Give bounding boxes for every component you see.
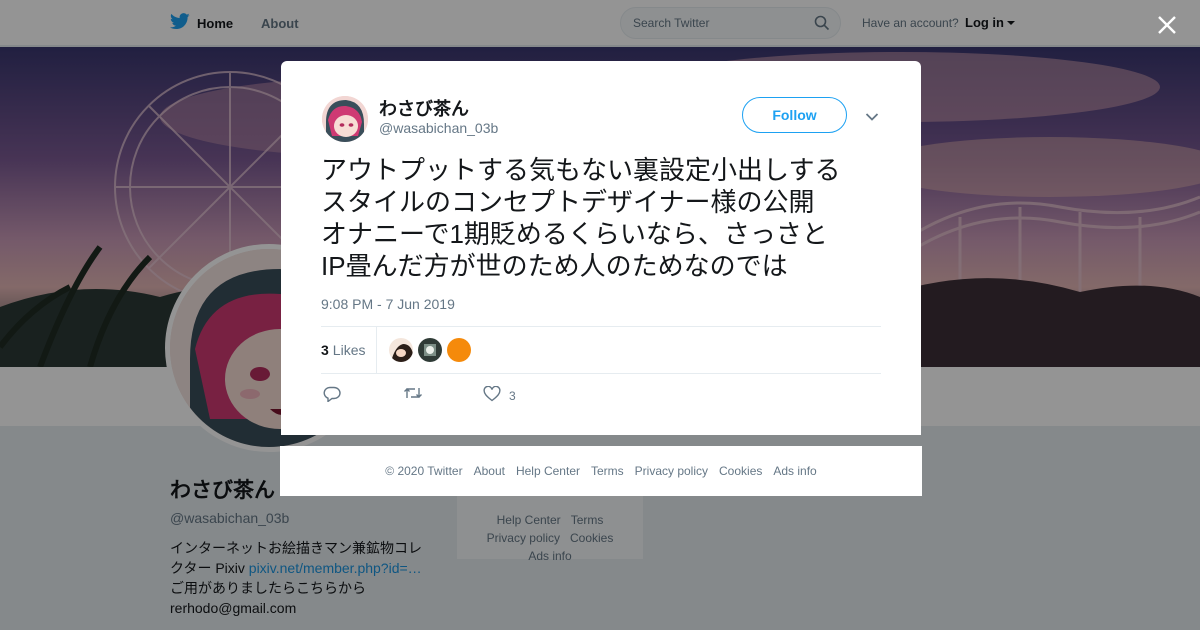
- footer-privacy-link[interactable]: Privacy policy: [635, 464, 708, 478]
- likes-label: Likes: [332, 342, 366, 358]
- modal-footer: © 2020 Twitter About Help Center Terms P…: [280, 446, 922, 496]
- liker-avatar[interactable]: [418, 338, 442, 362]
- retweet-button[interactable]: [403, 386, 423, 403]
- tweet-timestamp[interactable]: 9:08 PM - 7 Jun 2019: [321, 296, 455, 312]
- liker-avatar[interactable]: [447, 338, 471, 362]
- like-count: 3: [509, 388, 516, 403]
- chevron-down-icon[interactable]: [865, 109, 879, 127]
- tweet-author-avatar[interactable]: [322, 96, 368, 142]
- tweet-text-line: スタイルのコンセプトデザイナー様の公開: [321, 187, 815, 217]
- reply-icon: [323, 386, 341, 405]
- tweet-text-line: オナニーで1期貶めるくらいなら、さっさと: [321, 219, 828, 249]
- stats-divider: [376, 327, 377, 374]
- footer-copyright: © 2020 Twitter: [385, 464, 463, 478]
- footer-ads-link[interactable]: Ads info: [773, 464, 816, 478]
- tweet-actions: 3: [323, 385, 623, 406]
- liker-avatar[interactable]: [389, 338, 413, 362]
- tweet-text-line: アウトプットする気もない裏設定小出しする: [321, 155, 841, 185]
- retweet-icon: [403, 386, 423, 403]
- follow-button[interactable]: Follow: [742, 97, 847, 133]
- footer-cookies-link[interactable]: Cookies: [719, 464, 762, 478]
- likes-count-link[interactable]: 3 Likes: [321, 342, 365, 358]
- tweet-modal: わさび茶ん @wasabichan_03b Follow アウトプットする気もな…: [281, 61, 921, 435]
- tweet-author-name[interactable]: わさび茶ん: [379, 95, 469, 121]
- likes-count: 3: [321, 342, 329, 358]
- close-icon[interactable]: [1156, 14, 1178, 36]
- tweet-stats: 3 Likes: [321, 326, 881, 374]
- footer-terms-link[interactable]: Terms: [591, 464, 624, 478]
- tweet-text: アウトプットする気もない裏設定小出しする スタイルのコンセプトデザイナー様の公開…: [321, 154, 891, 282]
- heart-icon: [483, 385, 501, 405]
- footer-help-link[interactable]: Help Center: [516, 464, 580, 478]
- tweet-author-handle[interactable]: @wasabichan_03b: [379, 120, 498, 136]
- reply-button[interactable]: [323, 386, 341, 405]
- tweet-text-line: IP畳んだ方が世のため人のためなのでは: [321, 251, 788, 281]
- footer-about-link[interactable]: About: [474, 464, 505, 478]
- like-button[interactable]: 3: [483, 385, 516, 405]
